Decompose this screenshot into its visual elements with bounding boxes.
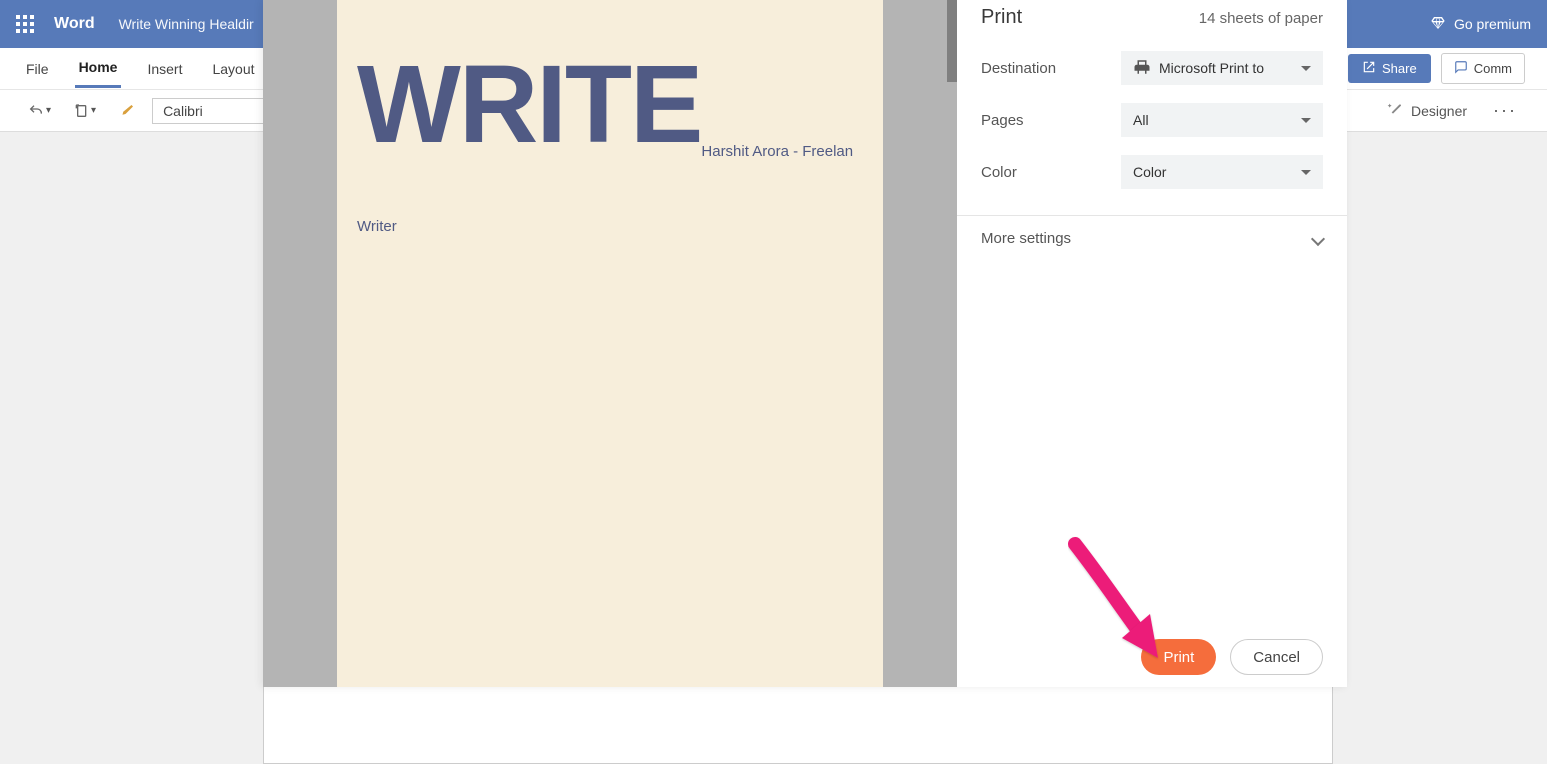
destination-dropdown[interactable]: Microsoft Print to bbox=[1121, 51, 1323, 85]
designer-button[interactable]: Designer bbox=[1379, 97, 1475, 124]
preview-page: WRITE Harshit Arora - Freelan Writer bbox=[337, 0, 883, 687]
tab-insert[interactable]: Insert bbox=[143, 51, 186, 87]
more-settings-toggle[interactable]: More settings bbox=[981, 230, 1323, 247]
sheet-count: 14 sheets of paper bbox=[1199, 10, 1323, 27]
cancel-button[interactable]: Cancel bbox=[1230, 639, 1323, 675]
chevron-down-icon bbox=[1301, 170, 1311, 175]
print-dialog-title: Print bbox=[981, 6, 1022, 29]
share-label: Share bbox=[1382, 61, 1417, 76]
clipboard-button[interactable]: ▾ bbox=[67, 98, 102, 124]
go-premium-label: Go premium bbox=[1454, 16, 1531, 32]
preview-writer-label: Writer bbox=[357, 218, 863, 235]
preview-scrollbar[interactable] bbox=[947, 0, 957, 82]
chevron-down-icon bbox=[1301, 66, 1311, 71]
pages-value: All bbox=[1133, 112, 1149, 128]
pages-dropdown[interactable]: All bbox=[1121, 103, 1323, 137]
more-button[interactable]: ··· bbox=[1485, 96, 1525, 125]
print-settings-pane: Print 14 sheets of paper Destination Mic… bbox=[957, 0, 1347, 687]
go-premium-button[interactable]: Go premium bbox=[1430, 15, 1531, 34]
app-name: Word bbox=[54, 15, 95, 33]
comment-icon bbox=[1454, 60, 1468, 77]
format-painter-button[interactable] bbox=[112, 98, 142, 124]
color-label: Color bbox=[981, 164, 1121, 181]
color-dropdown[interactable]: Color bbox=[1121, 155, 1323, 189]
wand-icon bbox=[1387, 101, 1403, 120]
tab-file[interactable]: File bbox=[22, 51, 53, 87]
printer-icon bbox=[1133, 58, 1151, 79]
destination-label: Destination bbox=[981, 60, 1121, 77]
share-icon bbox=[1362, 60, 1376, 77]
document-title[interactable]: Write Winning Healdir bbox=[119, 16, 254, 32]
preview-heading: WRITE bbox=[357, 50, 701, 160]
preview-subtitle: Harshit Arora - Freelan bbox=[701, 143, 853, 160]
share-button[interactable]: Share bbox=[1348, 54, 1431, 83]
print-preview-pane[interactable]: WRITE Harshit Arora - Freelan Writer bbox=[263, 0, 957, 687]
undo-button[interactable]: ▾ bbox=[22, 99, 57, 123]
tab-home[interactable]: Home bbox=[75, 49, 122, 88]
destination-value: Microsoft Print to bbox=[1159, 60, 1264, 76]
print-dialog: WRITE Harshit Arora - Freelan Writer Pri… bbox=[263, 0, 1347, 687]
pages-label: Pages bbox=[981, 112, 1121, 129]
app-launcher-icon[interactable] bbox=[16, 15, 34, 33]
designer-label: Designer bbox=[1411, 103, 1467, 119]
diamond-icon bbox=[1430, 15, 1446, 34]
tab-layout[interactable]: Layout bbox=[208, 51, 258, 87]
chevron-down-icon bbox=[1311, 231, 1325, 245]
color-value: Color bbox=[1133, 164, 1166, 180]
print-button[interactable]: Print bbox=[1141, 639, 1216, 675]
chevron-down-icon bbox=[1301, 118, 1311, 123]
comments-label: Comm bbox=[1474, 61, 1512, 76]
comments-button[interactable]: Comm bbox=[1441, 53, 1525, 84]
divider bbox=[957, 215, 1347, 216]
more-settings-label: More settings bbox=[981, 230, 1071, 247]
